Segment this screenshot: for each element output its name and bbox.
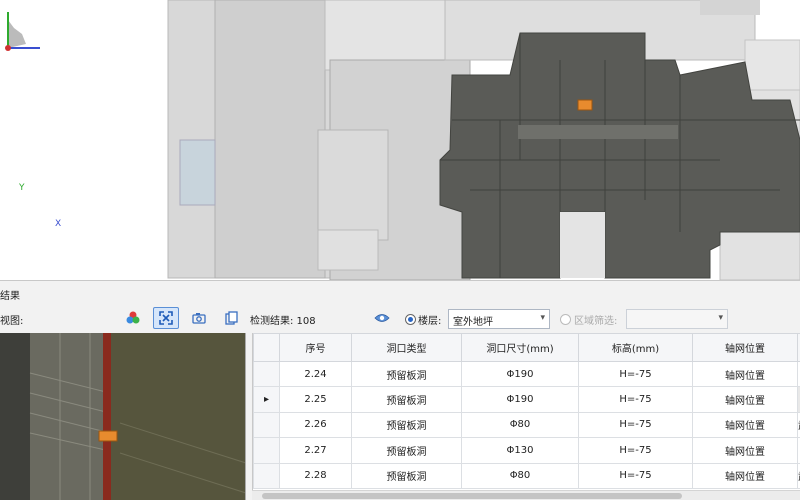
cell-seq: 2.24: [279, 360, 352, 388]
visibility-button[interactable]: [369, 307, 395, 329]
cell-seq: 2.28: [279, 462, 352, 489]
shapes-icon: [126, 311, 140, 324]
row-selector[interactable]: [253, 411, 280, 439]
cell-elevation: H=-75: [578, 437, 693, 464]
export-button[interactable]: [218, 307, 244, 329]
cell-position: 轴网位置: [692, 386, 798, 413]
column-header[interactable]: 洞口类型: [351, 333, 462, 362]
cell-type: 预留板洞: [351, 411, 462, 439]
result-table: 序号 洞口类型 洞口尺寸(mm) 标高(mm) 轴网位置 2.24 预留板洞 Φ…: [252, 333, 800, 500]
row-selector[interactable]: [253, 462, 280, 489]
app-window: Y X 结果 视图: 检测结果: 108 楼层: 室外地坪 ▾ 区域筛选: ▾ …: [0, 0, 800, 500]
column-header[interactable]: 洞口尺寸(mm): [461, 333, 579, 362]
cell-elevation: H=-75: [578, 462, 693, 489]
cell-position: 轴网位置: [692, 411, 798, 439]
view-label: 视图:: [0, 316, 24, 327]
chevron-down-icon: ▾: [718, 313, 723, 323]
table-header-row: 序号 洞口类型 洞口尺寸(mm) 标高(mm) 轴网位置: [253, 333, 800, 362]
table-row[interactable]: 2.26 预留板洞 Φ80 H=-75 轴网位置 武: [253, 411, 800, 439]
fit-screen-icon: [159, 311, 173, 325]
cell-position: 轴网位置: [692, 462, 798, 489]
cell-size: Φ80: [461, 462, 579, 489]
cell-seq: 2.26: [279, 411, 352, 439]
region-radio[interactable]: [560, 314, 571, 325]
column-header[interactable]: 轴网位置: [692, 333, 798, 362]
row-selector[interactable]: [253, 360, 280, 388]
panel-title: 结果: [0, 291, 20, 302]
cell-type: 预留板洞: [351, 437, 462, 464]
table-row[interactable]: 2.27 预留板洞 Φ130 H=-75 轴网位置: [253, 437, 800, 464]
result-toolbar: 视图: 检测结果: 108 楼层: 室外地坪 ▾ 区域筛选: ▾: [0, 302, 800, 332]
cell-type: 预留板洞: [351, 462, 462, 489]
cell-elevation: H=-75: [578, 360, 693, 388]
cell-size: Φ80: [461, 411, 579, 439]
table-row[interactable]: 2.24 预留板洞 Φ190 H=-75 轴网位置: [253, 360, 800, 388]
shade-view-button[interactable]: [120, 307, 146, 329]
cell-size: Φ130: [461, 437, 579, 464]
row-header-corner: [253, 333, 280, 362]
scrollbar-thumb[interactable]: [262, 493, 682, 499]
floor-radio[interactable]: [405, 314, 416, 325]
floor-select-value: 室外地坪: [453, 317, 493, 328]
fit-view-button[interactable]: [153, 307, 179, 329]
cell-seq: 2.27: [279, 437, 352, 464]
column-header[interactable]: 标高(mm): [578, 333, 693, 362]
region-select[interactable]: ▾: [626, 309, 728, 329]
eye-icon: [374, 314, 390, 322]
region-label: 区域筛选:: [574, 316, 618, 327]
cell-elevation: H=-75: [578, 411, 693, 439]
cell-elevation: H=-75: [578, 386, 693, 413]
axis-y-label: Y: [19, 183, 25, 193]
copy-icon: [225, 311, 238, 325]
building-model: [167, 0, 800, 280]
floor-label: 楼层:: [418, 316, 442, 327]
screenshot-button[interactable]: [186, 307, 212, 329]
floor-select[interactable]: 室外地坪 ▾: [448, 309, 550, 329]
table-row[interactable]: 2.28 预留板洞 Φ80 H=-75 轴网位置 武: [253, 462, 800, 489]
chevron-down-icon: ▾: [540, 313, 545, 323]
cell-type: 预留板洞: [351, 360, 462, 388]
cell-position: 轴网位置: [692, 437, 798, 464]
axis-gizmo-icon: [5, 12, 40, 51]
cell-size: Φ190: [461, 360, 579, 388]
axis-x-label: X: [55, 219, 62, 229]
camera-icon: [192, 313, 206, 324]
row-selector-current[interactable]: ▸: [253, 386, 280, 413]
table-row[interactable]: ▸ 2.25 预留板洞 Φ190 H=-75 轴网位置: [253, 386, 800, 413]
cell-type: 预留板洞: [351, 386, 462, 413]
horizontal-scrollbar[interactable]: [252, 490, 800, 500]
selected-opening-marker: [577, 99, 593, 111]
cell-seq: 2.25: [279, 386, 352, 413]
cell-position: 轴网位置: [692, 360, 798, 388]
result-count: 检测结果: 108: [250, 316, 316, 327]
opening-preview[interactable]: [0, 333, 246, 500]
preview-render: [0, 333, 245, 500]
row-selector[interactable]: [253, 437, 280, 464]
cell-size: Φ190: [461, 386, 579, 413]
model-viewport[interactable]: Y X: [0, 0, 800, 280]
column-header[interactable]: 序号: [279, 333, 352, 362]
